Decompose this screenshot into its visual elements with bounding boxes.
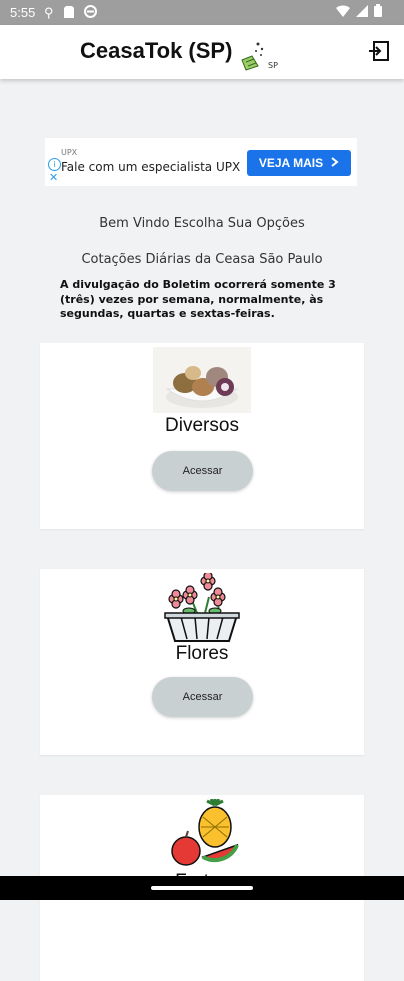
ad-text[interactable]: Fale com um especialista UPX xyxy=(61,160,240,174)
wifi-icon xyxy=(336,4,350,20)
ad-cta-label: VEJA MAIS xyxy=(258,156,324,170)
logout-icon xyxy=(369,41,389,61)
ad-banner[interactable]: i ✕ UPX Fale com um especialista UPX VEJ… xyxy=(45,138,357,186)
access-button-flores[interactable]: Acessar xyxy=(152,677,253,717)
home-gesture-handle[interactable] xyxy=(151,886,253,890)
category-card-flores: Flores Acessar xyxy=(40,569,364,755)
signal-icon xyxy=(356,4,368,20)
fruits-icon xyxy=(153,797,251,866)
sdcard-icon xyxy=(64,6,74,21)
subtitle-text: Cotações Diárias da Ceasa São Paulo xyxy=(81,252,323,267)
app-logo-icon xyxy=(238,38,268,76)
category-card-diversos: Diversos Acessar xyxy=(40,343,364,529)
status-bar: 5:55 ⚲ xyxy=(0,0,404,25)
category-title-diversos: Diversos xyxy=(165,415,239,436)
flowers-icon xyxy=(153,571,251,642)
battery-icon xyxy=(374,4,382,20)
ad-info-icon[interactable]: i xyxy=(48,158,61,171)
app-bar: CeasaTok (SP) SP xyxy=(0,25,404,79)
system-nav-bar xyxy=(0,876,404,900)
usb-icon: ⚲ xyxy=(44,5,54,20)
dnd-icon xyxy=(84,5,97,21)
status-time: 5:55 xyxy=(10,5,36,20)
app-title: CeasaTok (SP) xyxy=(80,38,233,63)
welcome-text: Bem Vindo Escolha Sua Opções xyxy=(99,216,305,231)
ad-cta-button[interactable]: VEJA MAIS xyxy=(247,150,351,176)
chevron-right-icon xyxy=(331,156,339,170)
app-logo-sub: SP xyxy=(268,61,278,70)
ad-sponsor: UPX xyxy=(61,148,78,157)
ad-close-icon[interactable]: ✕ xyxy=(49,171,58,184)
category-title-flores: Flores xyxy=(175,643,229,664)
notice-text: A divulgação do Boletim ocorrerá somente… xyxy=(60,278,336,320)
access-button-diversos[interactable]: Acessar xyxy=(152,451,253,491)
diversos-image xyxy=(153,347,251,413)
logout-button[interactable] xyxy=(368,40,392,64)
